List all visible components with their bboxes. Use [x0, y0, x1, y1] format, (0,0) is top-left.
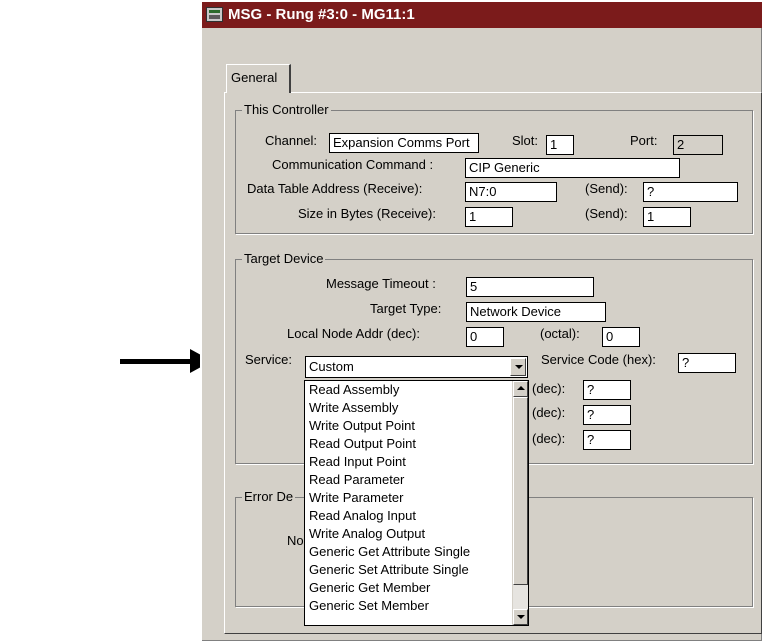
size-send-label: (Send): [585, 206, 628, 221]
local-node-label: Local Node Addr (dec): [287, 326, 420, 341]
service-dropdown[interactable]: Custom [305, 356, 528, 378]
octal-field[interactable]: 0 [602, 327, 640, 347]
tab-general[interactable]: General [226, 64, 291, 93]
arrow-up-icon [517, 386, 525, 390]
target-type-label: Target Type: [370, 301, 442, 316]
channel-label: Channel: [265, 133, 318, 148]
channel-field[interactable]: Expansion Comms Port [329, 133, 479, 153]
dec-label-1: (dec): [532, 381, 566, 396]
dec-field-2[interactable]: ? [583, 405, 631, 425]
options-scrollbar[interactable] [512, 381, 528, 625]
service-options-list[interactable]: Read Assembly Write Assembly Write Outpu… [304, 380, 529, 626]
slot-label: Slot: [512, 133, 539, 148]
dta-receive-label: Data Table Address (Receive): [247, 181, 423, 196]
slot-field[interactable]: 1 [546, 135, 574, 155]
service-code-label: Service Code (hex): [541, 352, 656, 367]
service-dropdown-button[interactable] [510, 358, 526, 376]
option-read-parameter[interactable]: Read Parameter [305, 471, 528, 489]
option-generic-get-member[interactable]: Generic Get Member [305, 579, 528, 597]
option-read-analog-input[interactable]: Read Analog Input [305, 507, 528, 525]
app-icon [206, 7, 223, 22]
service-code-field[interactable]: ? [678, 353, 736, 373]
dec-label-3: (dec): [532, 431, 566, 446]
option-read-output-point[interactable]: Read Output Point [305, 435, 528, 453]
service-label: Service: [245, 352, 292, 367]
port-field[interactable]: 2 [673, 135, 723, 155]
option-generic-set-attribute-single[interactable]: Generic Set Attribute Single [305, 561, 528, 579]
scroll-down-button[interactable] [513, 609, 528, 625]
dta-send-field[interactable]: ? [643, 182, 738, 202]
option-generic-set-member[interactable]: Generic Set Member [305, 597, 528, 615]
annotation-arrow-line [120, 359, 192, 364]
size-send-field[interactable]: 1 [643, 207, 691, 227]
command-field[interactable]: CIP Generic [465, 158, 680, 178]
dta-receive-field[interactable]: N7:0 [465, 182, 557, 202]
this-controller-legend: This Controller [242, 102, 331, 117]
error-row-partial: No [287, 533, 304, 548]
size-receive-field[interactable]: 1 [465, 207, 513, 227]
port-label: Port: [630, 133, 658, 148]
dta-send-label: (Send): [585, 181, 628, 196]
msg-dialog-window: MSG - Rung #3:0 - MG11:1 General This Co… [200, 0, 762, 641]
window-title: MSG - Rung #3:0 - MG11:1 [228, 6, 415, 23]
chevron-down-icon [515, 365, 523, 369]
dec-label-2: (dec): [532, 405, 566, 420]
target-type-field[interactable]: Network Device [466, 302, 606, 322]
scroll-thumb[interactable] [513, 397, 528, 585]
scroll-up-button[interactable] [513, 381, 528, 397]
option-write-assembly[interactable]: Write Assembly [305, 399, 528, 417]
service-selected-value: Custom [309, 359, 354, 374]
option-read-assembly[interactable]: Read Assembly [305, 381, 528, 399]
option-write-parameter[interactable]: Write Parameter [305, 489, 528, 507]
dec-field-1[interactable]: ? [583, 380, 631, 400]
arrow-down-icon [517, 615, 525, 619]
dec-field-3[interactable]: ? [583, 430, 631, 450]
option-read-input-point[interactable]: Read Input Point [305, 453, 528, 471]
octal-label: (octal): [540, 326, 580, 341]
error-description-legend: Error De [242, 489, 296, 504]
target-device-legend: Target Device [242, 251, 326, 266]
option-generic-get-attribute-single[interactable]: Generic Get Attribute Single [305, 543, 528, 561]
option-write-analog-output[interactable]: Write Analog Output [305, 525, 528, 543]
title-bar[interactable]: MSG - Rung #3:0 - MG11:1 [202, 2, 762, 28]
local-node-field[interactable]: 0 [466, 327, 504, 347]
size-receive-label: Size in Bytes (Receive): [298, 206, 436, 221]
option-write-output-point[interactable]: Write Output Point [305, 417, 528, 435]
command-label: Communication Command : [272, 157, 434, 172]
timeout-field[interactable]: 5 [466, 277, 594, 297]
timeout-label: Message Timeout : [326, 276, 436, 291]
